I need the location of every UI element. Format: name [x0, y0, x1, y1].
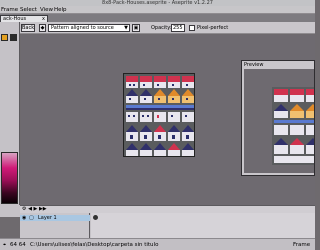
opacity-input[interactable]: 255: [171, 24, 185, 32]
context-toolbar: Back ◆ Pattern aligned to source ▼ ▣ Opa…: [20, 22, 315, 34]
layers-list: ◉ ▢ Layer 1: [20, 213, 90, 239]
file-path: C:\Users\ulises\felas\Desktop\carpeta si…: [30, 242, 159, 248]
status-bar: ⌖ 64 64 C:\Users\ulises\felas\Desktop\ca…: [0, 238, 315, 250]
tab-bar: ack-Hous x: [0, 14, 315, 22]
cursor-icon: ⌖: [3, 242, 7, 248]
frames-grid[interactable]: [91, 213, 315, 239]
menu-bar: Frame Select View Help: [0, 6, 315, 14]
house-tiles-preview-icon: [272, 87, 314, 165]
preview-title: Preview: [244, 62, 264, 68]
brush-icon: ◆: [40, 25, 45, 31]
menu-select[interactable]: Select: [20, 6, 37, 14]
timeline-header: ⚙ ◀ ▶ ▶▶: [20, 206, 315, 213]
frame-label: Frame: [293, 242, 311, 248]
menu-frame[interactable]: Frame: [1, 6, 18, 14]
palette-swatch[interactable]: [1, 34, 8, 41]
cursor-coords: 64 64: [10, 242, 26, 248]
playback-controls[interactable]: ⚙ ◀ ▶ ▶▶: [22, 206, 47, 213]
pattern-value: Pattern aligned to source: [51, 25, 114, 31]
preview-viewport: [244, 69, 314, 173]
preview-window[interactable]: Preview: [241, 60, 315, 176]
menu-view[interactable]: View: [40, 6, 53, 14]
lock-icon[interactable]: ▢: [29, 215, 34, 221]
brush-type-button[interactable]: ◆: [39, 24, 46, 32]
palette-swatch[interactable]: [10, 34, 17, 41]
color-panel: [0, 22, 20, 208]
layer-row[interactable]: ◉ ▢ Layer 1: [20, 215, 90, 221]
tab-document[interactable]: ack-Hous x: [0, 15, 48, 22]
menu-help[interactable]: Help: [54, 6, 67, 14]
back-button[interactable]: Back: [21, 24, 35, 32]
opacity-label: Opacity:: [151, 25, 172, 31]
timeline-panel: ⚙ ◀ ▶ ▶▶ ◉ ▢ Layer 1: [20, 205, 315, 239]
ink-button[interactable]: ▣: [132, 24, 140, 32]
ink-icon: ▣: [133, 25, 139, 31]
layer-name: Layer 1: [38, 215, 57, 221]
color-gradient-picker[interactable]: [1, 152, 18, 204]
timeline-left-strip: [0, 205, 20, 217]
chevron-down-icon: ▼: [124, 25, 128, 31]
eye-icon[interactable]: ◉: [22, 215, 26, 221]
sprite-canvas[interactable]: [123, 73, 195, 157]
pattern-select[interactable]: Pattern aligned to source ▼: [48, 24, 130, 32]
preview-sprite: [272, 87, 314, 165]
pixel-perfect-checkbox[interactable]: [189, 25, 195, 31]
pixel-perfect-label: Pixel-perfect: [197, 25, 229, 31]
cel-marker[interactable]: [93, 215, 98, 220]
house-tiles-icon: [124, 74, 194, 156]
